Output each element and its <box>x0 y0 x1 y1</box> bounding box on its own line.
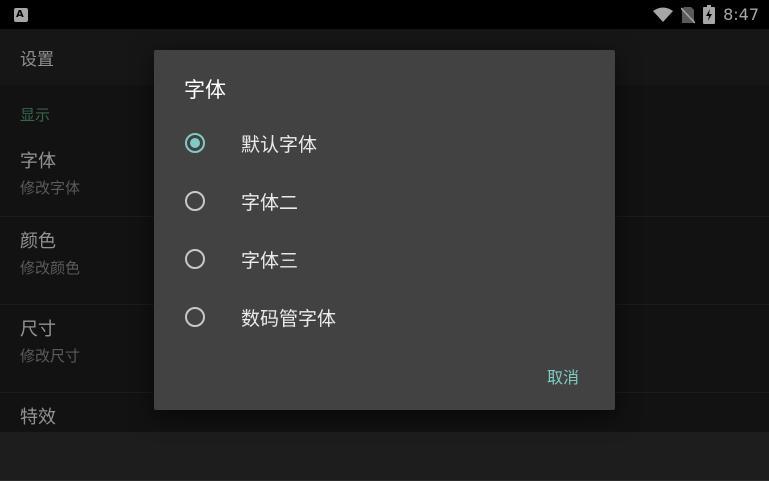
option-seven-segment-font[interactable]: 数码管字体 <box>154 288 615 346</box>
dialog-actions: 取消 <box>547 364 579 388</box>
option-label: 字体二 <box>241 191 299 214</box>
radio-unchecked-icon[interactable] <box>185 249 205 269</box>
option-font-two[interactable]: 字体二 <box>154 172 615 230</box>
option-default-font[interactable]: 默认字体 <box>154 114 615 172</box>
radio-unchecked-icon[interactable] <box>185 307 205 327</box>
cancel-button[interactable]: 取消 <box>547 368 579 387</box>
dialog-title: 字体 <box>184 78 226 102</box>
font-options: 默认字体 字体二 字体三 数码管字体 <box>154 114 615 346</box>
option-label: 数码管字体 <box>241 307 337 330</box>
option-label: 默认字体 <box>241 133 318 156</box>
radio-unchecked-icon[interactable] <box>185 191 205 211</box>
option-label: 字体三 <box>241 249 299 272</box>
radio-checked-icon[interactable] <box>185 133 205 153</box>
option-font-three[interactable]: 字体三 <box>154 230 615 288</box>
font-dialog: 字体 默认字体 字体二 字体三 数码管字体 取消 <box>154 50 615 410</box>
